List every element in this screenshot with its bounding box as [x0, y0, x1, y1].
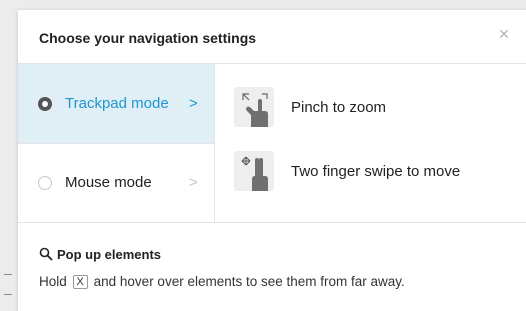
gesture-label: Two finger swipe to move — [291, 163, 461, 180]
radio-selected[interactable] — [38, 97, 52, 111]
popup-elements-section: Pop up elements Hold X and hover over el… — [18, 222, 526, 311]
search-icon — [39, 247, 53, 261]
chevron-right-icon: > — [189, 174, 198, 191]
two-finger-swipe-icon — [234, 151, 274, 191]
keyboard-key: X — [72, 275, 88, 289]
navigation-settings-dialog: Choose your navigation settings ✕ Trackp… — [18, 10, 526, 311]
popup-desc-text: Hold — [39, 274, 67, 289]
background-mark — [4, 294, 12, 295]
gesture-item: Pinch to zoom — [234, 87, 524, 127]
dialog-title: Choose your navigation settings — [39, 30, 257, 46]
popup-title: Pop up elements — [57, 247, 162, 262]
gesture-label: Pinch to zoom — [291, 99, 387, 116]
pinch-zoom-icon — [234, 87, 274, 127]
mouse-mode-option[interactable]: Mouse mode > — [18, 143, 214, 223]
popup-description: Hold X and hover over elements to see th… — [39, 274, 405, 289]
mode-sidebar: Trackpad mode > Mouse mode > — [18, 64, 215, 222]
close-icon[interactable]: ✕ — [496, 26, 512, 42]
background-mark — [4, 274, 12, 275]
gesture-item: Two finger swipe to move — [234, 151, 524, 191]
radio-unselected[interactable] — [38, 176, 52, 190]
popup-desc-text: and hover over elements to see them from… — [93, 274, 405, 289]
app-canvas: Choose your navigation settings ✕ Trackp… — [0, 0, 526, 311]
dialog-header: Choose your navigation settings ✕ — [18, 10, 526, 64]
mode-label: Trackpad mode — [65, 95, 169, 112]
mode-label: Mouse mode — [65, 174, 152, 191]
chevron-right-icon: > — [189, 95, 198, 112]
trackpad-mode-option[interactable]: Trackpad mode > — [18, 64, 214, 143]
